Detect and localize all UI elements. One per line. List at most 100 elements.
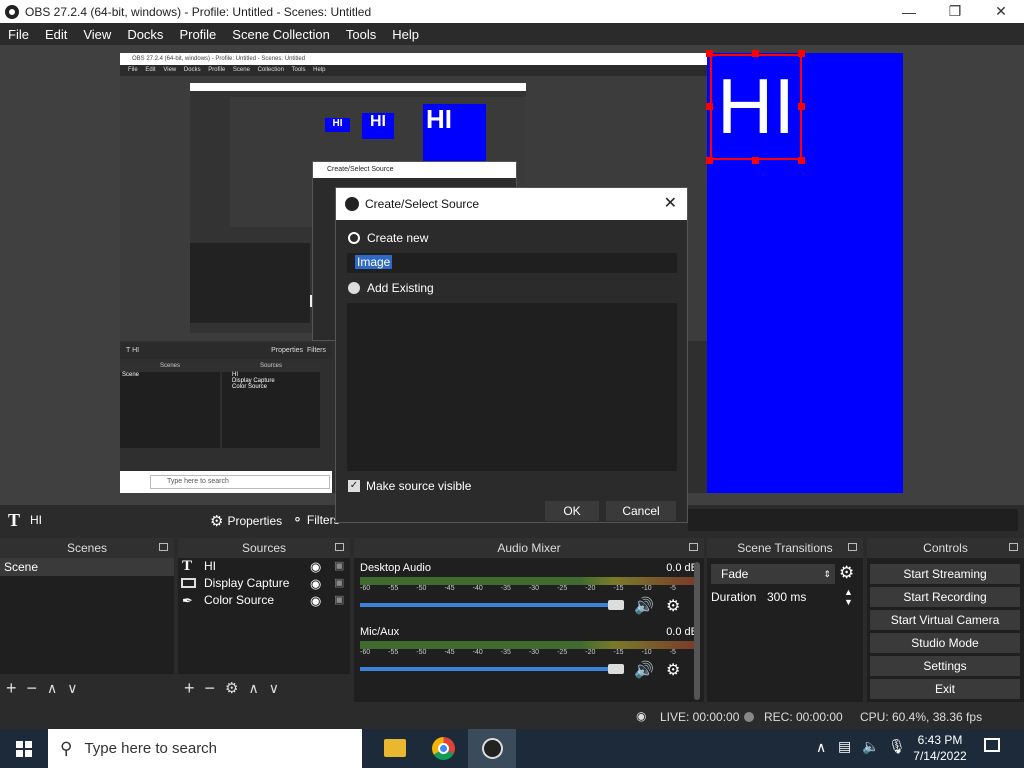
lock-icon[interactable]: ▣ xyxy=(334,558,344,575)
network-icon[interactable]: ▤ xyxy=(838,738,851,755)
sources-dock: Sources T HI ◉ ▣ Display Capture ◉ ▣ ✒ C… xyxy=(178,538,350,702)
make-visible-checkbox[interactable]: ✓ Make source visible xyxy=(348,479,471,493)
settings-button[interactable]: Settings xyxy=(870,656,1020,676)
resize-handle[interactable] xyxy=(798,103,805,110)
properties-button[interactable]: ⚙ Properties xyxy=(210,512,282,530)
notifications-icon[interactable] xyxy=(984,738,1000,752)
rec-icon xyxy=(744,712,754,722)
start-streaming-button[interactable]: Start Streaming xyxy=(870,564,1020,584)
volume-slider[interactable] xyxy=(360,603,622,607)
undock-icon[interactable] xyxy=(335,543,344,551)
source-item[interactable]: ✒ Color Source ◉ ▣ xyxy=(178,592,350,609)
resize-handle[interactable] xyxy=(798,50,805,57)
volume-slider-handle[interactable] xyxy=(608,600,624,610)
menu-docks[interactable]: Docks xyxy=(119,27,171,42)
add-icon[interactable]: + xyxy=(6,678,17,699)
obs-logo-icon xyxy=(345,197,359,211)
gear-icon: ⚙ xyxy=(210,513,224,530)
scene-item[interactable]: Scene xyxy=(0,558,174,576)
file-explorer-icon[interactable] xyxy=(384,739,406,757)
sources-toolbar: + − ⚙ ∧ ∨ xyxy=(178,674,350,702)
eye-icon[interactable]: ◉ xyxy=(310,575,321,592)
close-button[interactable]: ✕ xyxy=(978,0,1024,23)
start-virtual-camera-button[interactable]: Start Virtual Camera xyxy=(870,610,1020,630)
mixer-scrollbar[interactable] xyxy=(694,562,700,700)
menu-tools[interactable]: Tools xyxy=(338,27,384,42)
cancel-button[interactable]: Cancel xyxy=(606,501,676,521)
studio-mode-button[interactable]: Studio Mode xyxy=(870,633,1020,653)
spin-arrows-icon: ⇕ xyxy=(823,569,831,579)
lock-icon[interactable]: ▣ xyxy=(334,592,344,609)
undock-icon[interactable] xyxy=(1009,543,1018,551)
filters-button[interactable]: ⚬ Filters xyxy=(292,512,340,528)
close-icon[interactable]: ✕ xyxy=(664,193,677,213)
undock-icon[interactable] xyxy=(159,543,168,551)
menu-help[interactable]: Help xyxy=(384,27,427,42)
gear-icon[interactable]: ⚙ xyxy=(666,596,680,616)
windows-start-icon[interactable] xyxy=(16,741,32,757)
undock-icon[interactable] xyxy=(848,543,857,551)
resize-handle[interactable] xyxy=(706,103,713,110)
nested-sources: Sources HI Display Capture Color Source xyxy=(222,363,320,448)
start-recording-button[interactable]: Start Recording xyxy=(870,587,1020,607)
add-icon[interactable]: + xyxy=(184,678,195,699)
move-down-icon[interactable]: ∨ xyxy=(67,680,77,697)
resize-handle[interactable] xyxy=(752,50,759,57)
tray-chevron-up-icon[interactable]: ∧ xyxy=(816,739,826,756)
gear-icon[interactable]: ⚙ xyxy=(839,563,854,583)
volume-slider-handle[interactable] xyxy=(608,664,624,674)
menu-profile[interactable]: Profile xyxy=(171,27,224,42)
gear-icon[interactable]: ⚙ xyxy=(225,679,238,697)
transition-select[interactable]: Fade ⇕ xyxy=(711,564,835,584)
source-name-input[interactable]: Image xyxy=(347,253,677,273)
maximize-button[interactable]: ❐ xyxy=(932,0,978,23)
hi-text-source[interactable]: HI xyxy=(710,54,802,160)
chrome-icon[interactable] xyxy=(432,737,455,760)
move-down-icon[interactable]: ∨ xyxy=(269,680,279,697)
add-existing-radio[interactable]: Add Existing xyxy=(348,281,434,295)
rec-status: REC: 00:00:00 xyxy=(764,710,843,724)
nested-taskbar: Type here to search xyxy=(120,471,332,493)
volume-meter xyxy=(360,577,698,585)
existing-sources-list[interactable] xyxy=(347,303,677,471)
speaker-icon[interactable]: 🔊 xyxy=(634,660,654,680)
menu-scene-collection[interactable]: Scene Collection xyxy=(224,27,338,42)
move-up-icon[interactable]: ∧ xyxy=(248,680,258,697)
channel-name: Mic/Aux xyxy=(360,626,400,638)
clock-date: 7/14/2022 xyxy=(913,749,967,763)
volume-icon[interactable]: 🔈 xyxy=(862,738,879,755)
lock-icon[interactable]: ▣ xyxy=(334,575,344,592)
obs-taskbar-button[interactable] xyxy=(468,729,516,768)
resize-handle[interactable] xyxy=(706,157,713,164)
remove-icon[interactable]: − xyxy=(27,678,38,699)
selected-source-name: HI xyxy=(30,513,43,527)
undock-icon[interactable] xyxy=(689,543,698,551)
menu-file[interactable]: File xyxy=(0,27,37,42)
minimize-button[interactable]: — xyxy=(886,0,932,23)
source-item[interactable]: T HI ◉ ▣ xyxy=(178,558,350,575)
resize-handle[interactable] xyxy=(798,157,805,164)
taskbar: ⚲ Type here to search ∧ ▤ 🔈 🎙 6:43 PM 7/… xyxy=(0,729,1024,768)
clock[interactable]: 6:43 PM 7/14/2022 xyxy=(910,732,970,764)
eye-icon[interactable]: ◉ xyxy=(310,558,321,575)
source-item[interactable]: Display Capture ◉ ▣ xyxy=(178,575,350,592)
eye-icon[interactable]: ◉ xyxy=(310,592,321,609)
move-up-icon[interactable]: ∧ xyxy=(47,680,57,697)
gear-icon[interactable]: ⚙ xyxy=(666,660,680,680)
resize-handle[interactable] xyxy=(706,50,713,57)
duration-input[interactable]: 300 ms xyxy=(761,587,841,607)
create-new-radio[interactable]: Create new xyxy=(348,231,428,245)
taskbar-search[interactable]: ⚲ Type here to search xyxy=(48,729,362,768)
speaker-icon[interactable]: 🔊 xyxy=(634,596,654,616)
live-status: LIVE: 00:00:00 xyxy=(660,710,740,724)
duration-stepper[interactable]: ▲ ▼ xyxy=(844,587,853,607)
resize-handle[interactable] xyxy=(752,157,759,164)
menu-edit[interactable]: Edit xyxy=(37,27,75,42)
remove-icon[interactable]: − xyxy=(205,678,216,699)
exit-button[interactable]: Exit xyxy=(870,679,1020,699)
volume-slider[interactable] xyxy=(360,667,622,671)
monitor-icon xyxy=(181,578,196,588)
ok-button[interactable]: OK xyxy=(545,501,599,521)
menu-view[interactable]: View xyxy=(75,27,119,42)
microphone-icon[interactable]: 🎙 xyxy=(888,738,906,755)
